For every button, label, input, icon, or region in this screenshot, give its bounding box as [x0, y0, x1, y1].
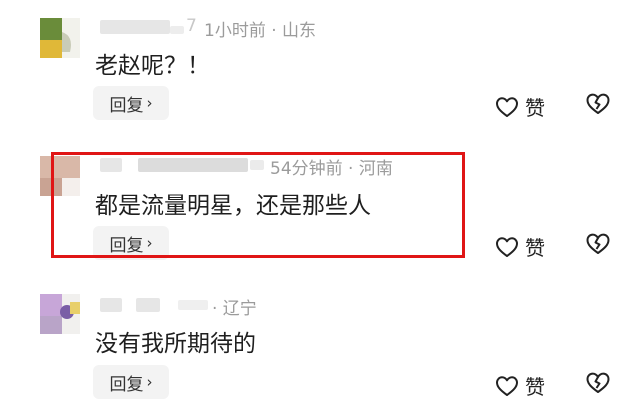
- broken-heart-icon: [586, 372, 610, 393]
- username-blurred: [100, 20, 170, 34]
- like-label: 赞: [525, 96, 545, 120]
- reply-label: 回复: [109, 374, 144, 395]
- reply-label: 回复: [109, 95, 144, 116]
- heart-icon: [496, 375, 518, 396]
- broken-heart-icon: [586, 93, 610, 114]
- avatar[interactable]: [40, 294, 80, 334]
- dislike-button[interactable]: [585, 92, 611, 120]
- heart-icon: [496, 96, 518, 117]
- username-blurred: [170, 26, 184, 34]
- reply-button[interactable]: 回复 ›: [93, 365, 169, 399]
- like-button[interactable]: 赞: [495, 92, 545, 121]
- like-label: 赞: [525, 236, 545, 260]
- avatar[interactable]: [40, 18, 80, 58]
- username-blurred: [178, 300, 208, 310]
- avatar-image: [40, 294, 80, 334]
- username-blurred: [100, 298, 122, 312]
- chevron-right-icon: ›: [146, 94, 153, 112]
- dislike-button[interactable]: [585, 371, 611, 399]
- broken-heart-icon: [586, 233, 610, 254]
- comment-text: 没有我所期待的: [95, 331, 256, 357]
- comment-meta: 1小时前 · 山东: [204, 21, 317, 41]
- dislike-button[interactable]: [585, 232, 611, 260]
- reply-button[interactable]: 回复 ›: [93, 86, 169, 120]
- avatar-image: [40, 18, 80, 58]
- username-tail: 7: [186, 16, 197, 36]
- comment-text: 老赵呢？！: [95, 53, 210, 79]
- like-button[interactable]: 赞: [495, 371, 545, 400]
- comment-meta: · 辽宁: [212, 299, 257, 319]
- highlight-annotation: [51, 152, 465, 258]
- username-blurred: [136, 298, 160, 312]
- heart-icon: [496, 236, 518, 257]
- like-button[interactable]: 赞: [495, 232, 545, 261]
- chevron-right-icon: ›: [146, 373, 153, 391]
- like-label: 赞: [525, 375, 545, 399]
